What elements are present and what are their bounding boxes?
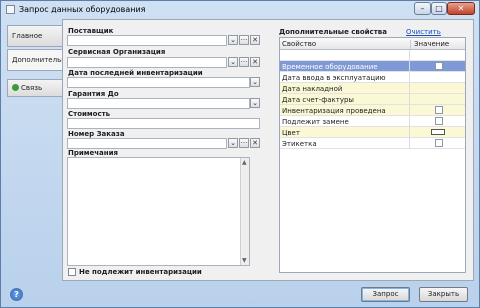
column-separator (409, 61, 410, 72)
supplier-browse-button[interactable]: ··· (239, 35, 249, 45)
property-row[interactable]: Временное оборудование (280, 61, 465, 72)
service-org-field[interactable] (67, 57, 227, 68)
column-header-property[interactable]: Свойство (282, 40, 316, 48)
column-separator (409, 127, 410, 138)
column-separator (409, 83, 410, 94)
no-inventory-checkbox[interactable] (68, 268, 76, 276)
property-row[interactable]: Инвентаризация проведена (280, 105, 465, 116)
supplier-clear-button[interactable]: ✕ (250, 35, 260, 45)
order-dropdown-button[interactable]: ⌄ (228, 138, 238, 148)
tab-link-label: Связь (21, 84, 43, 92)
last-inventory-label: Дата последней инвентаризации (68, 69, 203, 77)
last-inventory-date-field[interactable] (67, 77, 250, 88)
property-name: Подлежит замене (282, 118, 349, 126)
property-value-checkbox[interactable] (435, 117, 443, 125)
notes-scrollbar[interactable]: ▲ ▼ (240, 158, 249, 265)
no-inventory-label: Не подлежит инвентаризации (79, 268, 202, 276)
grid-header: Свойство Значение (280, 38, 465, 50)
property-name: Этикетка (282, 140, 317, 148)
column-separator (409, 72, 410, 83)
column-separator (409, 105, 410, 116)
help-icon[interactable]: ? (10, 288, 23, 301)
tab-additional-label: Дополнительно (12, 56, 64, 64)
order-clear-button[interactable]: ✕ (250, 138, 260, 148)
service-org-clear-button[interactable]: ✕ (250, 57, 260, 67)
order-number-field[interactable] (67, 138, 227, 149)
property-name: Инвентаризация проведена (282, 107, 386, 115)
close-button[interactable]: Закрыть (419, 287, 468, 302)
service-org-browse-button[interactable]: ··· (239, 57, 249, 67)
property-name: Дата накладной (282, 85, 343, 93)
property-name: Цвет (282, 129, 300, 137)
order-browse-button[interactable]: ··· (239, 138, 249, 148)
property-row[interactable] (280, 50, 465, 61)
request-button[interactable]: Запрос (361, 287, 410, 302)
warranty-dropdown-button[interactable]: ⌄ (250, 98, 260, 108)
properties-grid: Свойство Значение Временное оборудование… (279, 37, 466, 273)
column-separator (409, 50, 410, 61)
notes-label: Примечания (68, 149, 119, 157)
dialog-window: Запрос данных оборудования – □ ✕ Главное… (0, 0, 480, 308)
dialog-footer: ? Запрос Закрыть (1, 284, 479, 307)
warranty-label: Гарантия До (68, 90, 119, 98)
property-row[interactable]: Дата накладной (280, 83, 465, 94)
tab-link[interactable]: Связь (7, 79, 63, 97)
property-row[interactable]: Подлежит замене (280, 116, 465, 127)
property-value-checkbox[interactable] (435, 106, 443, 114)
column-separator (409, 116, 410, 127)
property-name: Дата счет-фактуры (282, 96, 354, 104)
column-header-value[interactable]: Значение (410, 40, 464, 49)
property-name: Дата ввода в эксплуатацию (282, 74, 386, 82)
tab-main-label: Главное (12, 32, 43, 40)
service-org-label: Сервисная Организация (68, 48, 166, 56)
close-window-button[interactable]: ✕ (447, 2, 475, 15)
property-value-checkbox[interactable] (435, 139, 443, 147)
window-title: Запрос данных оборудования (19, 5, 146, 14)
scroll-down-icon[interactable]: ▼ (242, 257, 247, 264)
cost-label: Стоимость (68, 110, 111, 118)
warranty-date-field[interactable] (67, 98, 250, 109)
property-row[interactable]: Дата счет-фактуры (280, 94, 465, 105)
service-org-dropdown-button[interactable]: ⌄ (228, 57, 238, 67)
title-bar: Запрос данных оборудования – □ ✕ (1, 1, 479, 19)
scroll-up-icon[interactable]: ▲ (242, 159, 247, 166)
column-separator (409, 94, 410, 105)
last-inventory-dropdown-button[interactable]: ⌄ (250, 77, 260, 87)
minimize-button[interactable]: – (414, 2, 431, 15)
tab-additional[interactable]: Дополнительно (7, 49, 64, 71)
property-row[interactable]: Цвет (280, 127, 465, 138)
supplier-field[interactable] (67, 35, 227, 46)
column-separator (409, 138, 410, 149)
content-panel: Поставщик ⌄ ··· ✕ Сервисная Организация … (62, 19, 474, 281)
property-row[interactable]: Этикетка (280, 138, 465, 149)
notes-textarea[interactable]: ▲ ▼ (67, 157, 250, 266)
supplier-label: Поставщик (68, 27, 114, 35)
cost-field[interactable] (67, 118, 260, 129)
props-title: Дополнительные свойства (279, 28, 387, 36)
tab-main[interactable]: Главное (7, 25, 63, 47)
app-icon (6, 5, 15, 14)
property-value-color-swatch[interactable] (431, 129, 445, 135)
maximize-button[interactable]: □ (431, 2, 447, 15)
supplier-dropdown-button[interactable]: ⌄ (228, 35, 238, 45)
link-icon (12, 84, 19, 91)
tab-strip: Главное Дополнительно Связь (7, 19, 64, 281)
property-value-checkbox[interactable] (435, 62, 443, 70)
property-row[interactable]: Дата ввода в эксплуатацию (280, 72, 465, 83)
property-name: Временное оборудование (282, 63, 378, 71)
order-number-label: Номер Заказа (68, 130, 125, 138)
